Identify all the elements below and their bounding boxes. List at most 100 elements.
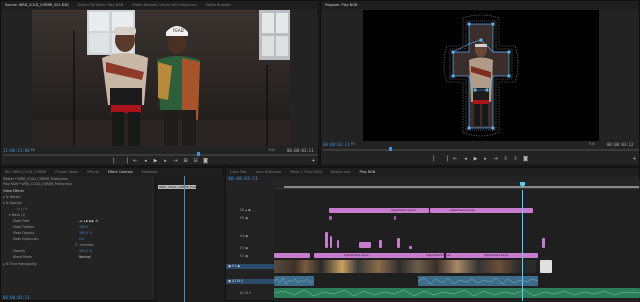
tab-media-browser-seq[interactable]: Media Browser: Vinnie NGN Sequence xyxy=(128,1,200,9)
clip-v4b[interactable] xyxy=(330,236,332,248)
source-timecode-left[interactable]: 11:00:11:00 xyxy=(3,148,30,153)
effect-controls-mini-timeline[interactable]: WRD_COLD_CORNR_Frakty.mov xyxy=(155,176,224,302)
param-value[interactable]: 100.0 % xyxy=(79,231,92,236)
ec-playhead[interactable] xyxy=(184,176,185,302)
mute-icon[interactable]: M S xyxy=(237,279,243,283)
step-back-icon[interactable]: ◂ xyxy=(143,159,148,164)
track-header-v3[interactable]: V3 ◉ xyxy=(240,246,248,251)
tab-bin[interactable]: Bin: WRD_COLD_CORNR xyxy=(1,168,50,176)
tab-audio-clip-mixer[interactable]: Audio Clip Mixer: Play NGN xyxy=(74,1,127,9)
eye-icon[interactable]: ◉ xyxy=(245,234,248,238)
program-go-to-out-icon[interactable]: ⇥ xyxy=(493,157,498,162)
program-add-button-icon[interactable]: + xyxy=(632,157,637,162)
clip-v4c[interactable] xyxy=(337,240,339,248)
tab-media-browser[interactable]: Media Browser xyxy=(202,1,235,9)
track-header-a2[interactable]: A2 M S xyxy=(240,291,251,296)
program-export-frame-icon[interactable]: ◙ xyxy=(523,157,528,162)
tab-color-test[interactable]: Color Test xyxy=(226,168,251,176)
work-area-bar[interactable] xyxy=(284,186,639,188)
track-header-v5[interactable]: V5 ◉ xyxy=(240,216,248,221)
add-button-icon[interactable]: + xyxy=(311,159,316,164)
step-forward-icon[interactable]: ▸ xyxy=(163,159,168,164)
tab-effect-controls[interactable]: Effect Controls xyxy=(104,168,137,176)
source-scrub-bar[interactable] xyxy=(3,154,318,156)
lock-icon[interactable]: 🔒︎ ◉ xyxy=(245,208,251,212)
mark-out-icon[interactable]: ▕ xyxy=(123,159,128,164)
eye-icon[interactable]: ◉ xyxy=(245,254,248,258)
motion-section[interactable]: ▸ fx Motion xyxy=(3,195,20,200)
program-zoom-select[interactable]: Fit xyxy=(351,142,355,146)
tab-effects[interactable]: Effects xyxy=(83,168,103,176)
tab-lens-distortion[interactable]: Lens Distortion xyxy=(252,168,286,176)
clip-video-v1[interactable] xyxy=(274,260,536,273)
clip-v5a[interactable] xyxy=(329,216,332,220)
tab-play-ngn[interactable]: Play NGN xyxy=(355,168,379,176)
disclosure-icon[interactable]: ▸ fx xyxy=(3,262,10,266)
track-header-v1[interactable]: ▣ V1 ◉ xyxy=(226,264,274,269)
param-value[interactable]: Normal xyxy=(79,255,91,260)
source-res-select[interactable]: Full xyxy=(269,148,274,152)
mask-section[interactable]: ▾ Mask (1) xyxy=(9,213,25,218)
eye-icon[interactable]: ◉ xyxy=(245,216,248,220)
program-scrub-bar[interactable] xyxy=(323,149,639,151)
play-icon[interactable]: ▶ xyxy=(153,159,158,164)
lift-icon[interactable]: ⇧ xyxy=(503,157,508,162)
param-mask-feather[interactable]: Mask Feather 105.0 xyxy=(13,225,153,230)
track-header-v6[interactable]: V6 🔒︎ ◉ xyxy=(240,208,251,213)
effect-controls-timecode[interactable]: 00:00:03:11 xyxy=(3,295,30,300)
program-res-select[interactable]: Full xyxy=(589,142,594,146)
mask-create-tools[interactable]: ○ □ ✎ xyxy=(17,207,28,212)
param-mask-expansion[interactable]: Mask Expansion 0.0 xyxy=(13,237,153,242)
param-mask-opacity[interactable]: Mask Opacity 100.0 % xyxy=(13,231,153,236)
tab-source[interactable]: Source: WRD_COLD_CORNR_001.R3D xyxy=(1,1,73,9)
mute-icon[interactable]: M S xyxy=(245,291,251,295)
extract-icon[interactable]: ⇪ xyxy=(513,157,518,162)
clip-v5b[interactable] xyxy=(394,216,396,220)
clip-adjustment-v1b[interactable] xyxy=(314,253,444,258)
eye-icon[interactable]: ◉ xyxy=(245,246,248,250)
pen-mask-icon[interactable]: ✎ xyxy=(25,207,28,211)
track-header-v2[interactable]: V2 ◉ xyxy=(240,254,248,259)
opacity-section[interactable]: ▾ fx Opacity xyxy=(3,201,22,206)
clip-v4f[interactable] xyxy=(397,238,400,248)
program-video-frame[interactable] xyxy=(363,10,599,141)
program-go-to-in-icon[interactable]: ⇤ xyxy=(453,157,458,162)
clip-adjustment-v6b[interactable] xyxy=(430,208,533,213)
timeline-playhead-line[interactable] xyxy=(522,190,523,301)
clip-video-v1-end[interactable] xyxy=(540,260,552,273)
overwrite-icon[interactable]: ⊟ xyxy=(193,159,198,164)
program-timecode-left[interactable]: 00:00:03:11 xyxy=(323,142,350,147)
source-video-frame[interactable]: FEAD xyxy=(32,10,290,146)
source-playhead[interactable] xyxy=(197,152,200,156)
tab-program[interactable]: Program: Play NGN xyxy=(321,1,361,9)
param-blend-mode[interactable]: Blend Mode Normal xyxy=(13,255,153,260)
disclosure-icon[interactable]: ▸ fx xyxy=(3,195,10,199)
clip-v4d[interactable] xyxy=(359,242,371,248)
param-value[interactable]: 105.0 xyxy=(79,225,88,230)
program-play-icon[interactable]: ▶ xyxy=(473,157,478,162)
go-to-in-icon[interactable]: ⇤ xyxy=(133,159,138,164)
param-inverted[interactable]: ☐ Inverted xyxy=(13,243,153,248)
clip-v4g[interactable] xyxy=(409,246,412,249)
param-value[interactable]: 0.0 xyxy=(79,237,84,242)
program-mark-out-icon[interactable]: ▕ xyxy=(443,157,448,162)
disclosure-icon[interactable]: ▾ fx xyxy=(3,201,10,205)
time-ruler[interactable] xyxy=(274,181,640,189)
program-playhead[interactable] xyxy=(389,147,392,151)
tab-nested-rule[interactable]: Nested rule xyxy=(327,168,355,176)
tab-mask-track[interactable]: Mask + Track NGN xyxy=(286,168,325,176)
program-step-back-icon[interactable]: ◂ xyxy=(463,157,468,162)
param-mask-path[interactable]: Mask Path ◂◂ ◂ ▶ ▶▶ ⚙ xyxy=(13,219,153,224)
param-opacity[interactable]: Opacity 100.0 % xyxy=(13,249,153,254)
clip-v4e[interactable] xyxy=(379,240,382,248)
clip-v4h[interactable] xyxy=(542,238,545,248)
track-header-v4[interactable]: V4 ◉ xyxy=(240,234,248,239)
source-zoom-select[interactable]: Fit xyxy=(31,148,35,152)
program-mark-in-icon[interactable]: ▏ xyxy=(433,157,438,162)
track-header-a1[interactable]: ▣ A1 M S xyxy=(226,279,274,284)
track-buttons-icon[interactable]: ◂◂ ◂ ▶ ▶▶ ⚙ xyxy=(79,219,98,224)
eye-icon[interactable]: ◉ xyxy=(237,264,240,268)
tab-project[interactable]: Project: ideas xyxy=(51,168,82,176)
program-step-forward-icon[interactable]: ▸ xyxy=(483,157,488,162)
go-to-out-icon[interactable]: ⇥ xyxy=(173,159,178,164)
